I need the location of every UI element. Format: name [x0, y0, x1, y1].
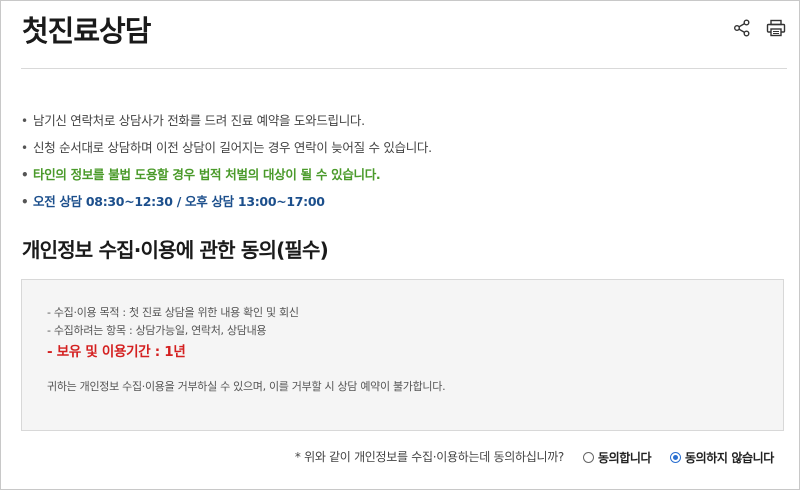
disagree-radio[interactable]: 동의하지 않습니다	[670, 447, 774, 467]
terms-refusal-note: 귀하는 개인정보 수집·이용을 거부하실 수 있으며, 이를 거부할 시 상담 …	[47, 380, 446, 393]
notice-item: 남기신 연락처로 상담사가 전화를 드려 진료 예약을 도와드립니다.	[21, 111, 781, 138]
agree-radio-circle[interactable]	[583, 451, 594, 463]
page-title: 첫진료상담	[22, 14, 151, 48]
agree-radio[interactable]: 동의합니다	[583, 447, 652, 467]
consent-terms-box: - 수집·이용 목적 : 첫 진료 상담을 위한 내용 확인 및 회신 - 수집…	[21, 279, 784, 431]
disagree-radio-label: 동의하지 않습니다	[685, 450, 774, 465]
share-icon[interactable]	[731, 17, 753, 39]
notice-item-hours: 오전 상담 08:30~12:30 / 오후 상담 13:00~17:00	[21, 192, 781, 219]
content-frame: 첫진료상담 남기신 연락처로 상담사가 전화를 드려 진료 예약을 도와드립니다…	[0, 0, 800, 490]
disagree-radio-circle[interactable]	[670, 451, 681, 463]
agree-radio-label: 동의합니다	[598, 450, 652, 465]
terms-items: - 수집하려는 항목 : 상담가능일, 연락처, 상담내용	[47, 324, 267, 337]
notice-item: 신청 순서대로 상담하며 이전 상담이 길어지는 경우 연락이 늦어질 수 있습…	[21, 138, 781, 165]
terms-retention: - 보유 및 이용기간 : 1년	[47, 344, 186, 360]
terms-purpose: - 수집·이용 목적 : 첫 진료 상담을 위한 내용 확인 및 회신	[47, 306, 299, 319]
consent-heading: 개인정보 수집·이용에 관한 동의(필수)	[22, 238, 329, 262]
consent-question: * 위와 같이 개인정보를 수집·이용하는데 동의하십니까?	[294, 450, 564, 464]
page-header: 첫진료상담	[21, 1, 787, 69]
notice-list: 남기신 연락처로 상담사가 전화를 드려 진료 예약을 도와드립니다. 신청 순…	[21, 111, 781, 219]
consent-agree-row: * 위와 같이 개인정보를 수집·이용하는데 동의하십니까? 동의합니다 동의하…	[1, 447, 786, 467]
notice-item-warning: 타인의 정보를 불법 도용할 경우 법적 처벌의 대상이 될 수 있습니다.	[21, 165, 781, 192]
printer-icon[interactable]	[765, 17, 787, 39]
